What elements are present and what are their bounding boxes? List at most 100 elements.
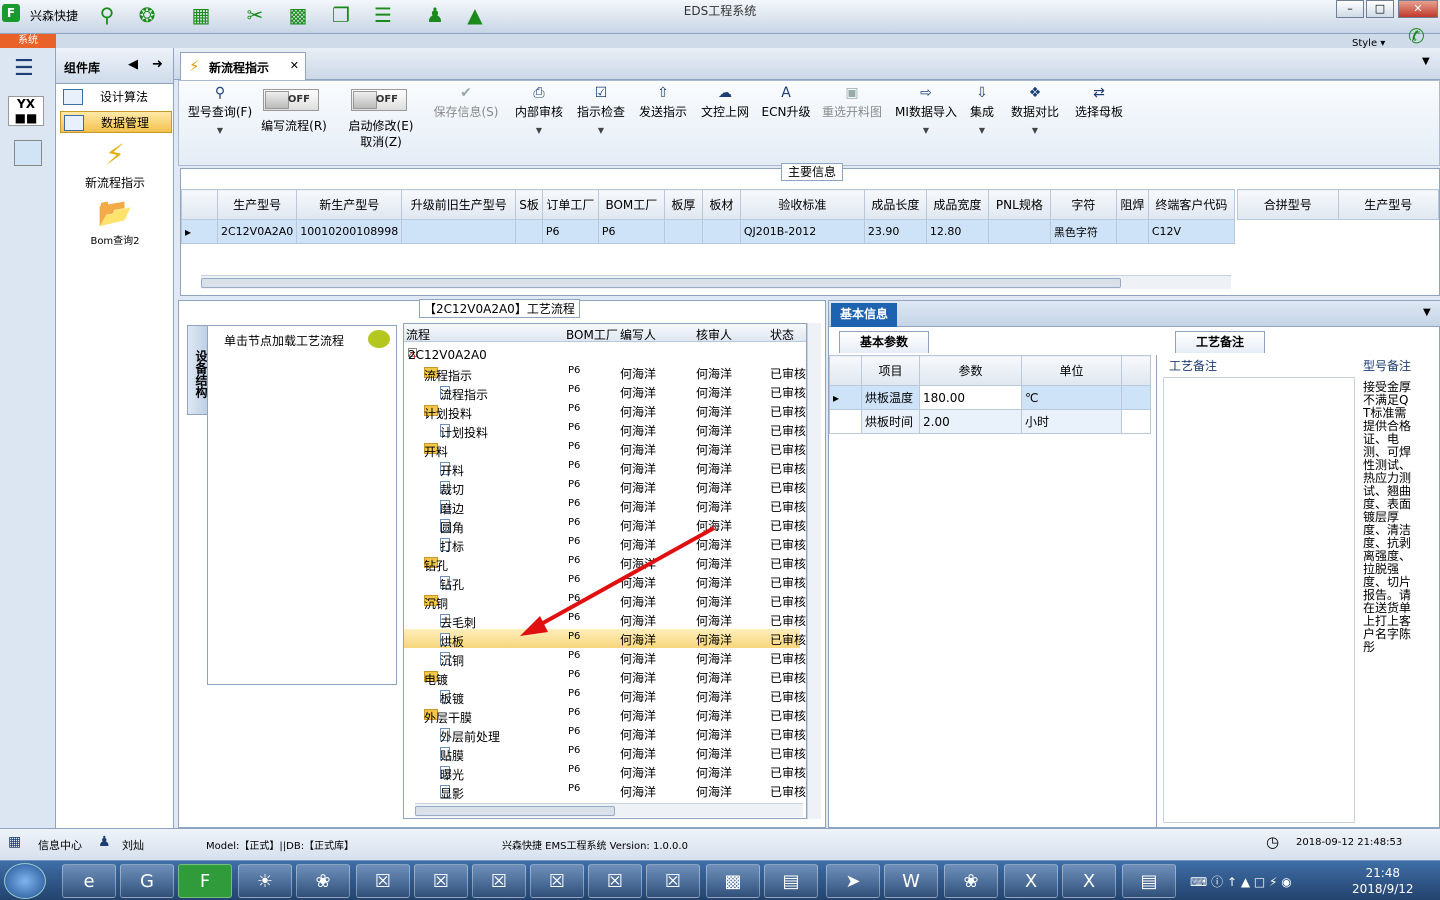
pdf-icon[interactable]: ▤ [1122, 864, 1176, 898]
bom-query-item[interactable]: 📂 Bom查询2 [56, 196, 174, 247]
system-tab[interactable]: 系统 [0, 34, 56, 48]
eds-app-icon[interactable]: F [178, 864, 232, 898]
instruction-check-button[interactable]: ☑ 指示检查 ▼ [573, 85, 629, 135]
param-row[interactable]: 烘板时间 2.00 小时 [829, 409, 1151, 434]
data-compare-button[interactable]: ❖ 数据对比 ▼ [1007, 85, 1063, 135]
column-header[interactable]: 升级前旧生产型号 [401, 189, 517, 220]
table-cell[interactable]: P6 [541, 219, 599, 244]
word-icon[interactable]: W [884, 864, 938, 898]
tree-row[interactable]: 开料 P6 何海洋 何海洋 已审核 [404, 458, 806, 478]
table-cell[interactable] [987, 219, 1051, 244]
table-cell[interactable] [663, 219, 703, 244]
system-tray[interactable]: ⌨ ⓘ ↑ ▲ □ ⚡ ◉ [1190, 873, 1292, 890]
write-flow-toggle[interactable]: OFF [263, 89, 319, 111]
model-query-button[interactable]: ⚲ 型号查询(F) ▼ [185, 85, 255, 135]
tree-row[interactable]: 曝光 P6 何海洋 何海洋 已审核 [404, 762, 806, 782]
col-item[interactable]: 项目 [861, 355, 920, 386]
internal-review-button[interactable]: ⎙ 内部审核 ▼ [511, 85, 567, 135]
tree-row[interactable]: 计划投料 P6 何海洋 何海洋 已审核 [404, 420, 806, 440]
app-g-icon[interactable]: G [120, 864, 174, 898]
tree-row[interactable]: −电镀P6何海洋何海洋已审核 [404, 667, 806, 687]
column-header[interactable]: 阻焊 [1115, 189, 1149, 220]
tree-row[interactable]: −计划投料P6何海洋何海洋已审核 [404, 401, 806, 421]
collapse-left-icon[interactable]: ◀ [128, 57, 138, 72]
col-writer[interactable]: 编写人 [620, 326, 656, 343]
peacock-icon[interactable]: ❀ [944, 864, 998, 898]
xwindow-icon[interactable]: ☒ [646, 864, 700, 898]
column-header[interactable]: 板材 [701, 189, 741, 220]
tab-basic-info[interactable]: 基本信息 [831, 303, 897, 327]
tree-root[interactable]: − ⌂ 2C12V0A2A0 [404, 344, 800, 363]
column-header[interactable]: 板厚 [663, 189, 703, 220]
save-info-button[interactable]: ✔ 保存信息(S) [429, 85, 503, 120]
save-disk-icon[interactable]: ▩ [706, 864, 760, 898]
send-instruction-button[interactable]: ⇧ 发送指示 [635, 85, 691, 120]
start-button[interactable] [4, 863, 46, 899]
tab-process-remark[interactable]: 工艺备注 [1175, 331, 1265, 353]
xwindow-icon[interactable]: ☒ [414, 864, 468, 898]
xwindow-icon[interactable]: ☒ [588, 864, 642, 898]
xwindow-icon[interactable]: ☒ [530, 864, 584, 898]
tree-row[interactable]: 显影 P6 何海洋 何海洋 已审核 [404, 781, 806, 801]
tree-row[interactable]: −开料P6何海洋何海洋已审核 [404, 439, 806, 459]
column-header[interactable]: S板 [515, 189, 543, 220]
sidebar-item-data-management[interactable]: 数据管理 [60, 111, 172, 133]
column-header[interactable]: BOM工厂 [597, 189, 665, 220]
excel-icon[interactable]: X [1004, 864, 1058, 898]
select-mother-board-button[interactable]: ⇄ 选择母板 [1069, 85, 1129, 120]
tree-row[interactable]: 贴膜 P6 何海洋 何海洋 已审核 [404, 743, 806, 763]
new-flow-instruction-item[interactable]: ⚡ 新流程指示 [56, 138, 174, 191]
excel-icon[interactable]: X [1062, 864, 1116, 898]
yx-module-icon[interactable]: YX ■■ [8, 96, 44, 126]
phone-icon[interactable]: ✆ [1408, 24, 1425, 48]
tab-basic-params[interactable]: 基本参数 [839, 331, 929, 353]
calculator-icon[interactable] [14, 140, 42, 166]
maximize-button[interactable]: □ [1366, 0, 1394, 18]
scanner-icon[interactable]: ▤ [764, 864, 818, 898]
vertical-scrollbar[interactable] [807, 323, 821, 819]
tab-menu-icon[interactable]: ▼ [1422, 56, 1430, 67]
taskbar-clock[interactable]: 21:48 2018/9/12 [1352, 865, 1414, 897]
close-tab-icon[interactable]: ✕ [290, 59, 299, 72]
column-header[interactable]: 成品宽度 [925, 189, 989, 220]
column-header[interactable]: 终端客户代码 [1147, 189, 1236, 220]
column-header[interactable]: 字符 [1049, 189, 1117, 220]
panel-menu-icon[interactable]: ▼ [1423, 307, 1431, 318]
tree-row[interactable]: 流程指示 P6 何海洋 何海洋 已审核 [404, 382, 806, 402]
param-row[interactable]: ▸ 烘板温度 180.00 ℃ [829, 385, 1151, 410]
tree-horizontal-scrollbar[interactable] [415, 803, 803, 817]
column-header[interactable]: 生产型号 [216, 189, 298, 220]
tree-row[interactable]: −流程指示P6何海洋何海洋已审核 [404, 363, 806, 383]
integrate-button[interactable]: ⇩ 集成 ▼ [965, 85, 999, 135]
tree-row[interactable]: 板镀 P6 何海洋 何海洋 已审核 [404, 686, 806, 706]
tab-new-flow[interactable]: ⚡ 新流程指示 ✕ [180, 52, 306, 80]
menu-icon[interactable]: ☰ [14, 56, 34, 81]
table-cell[interactable]: QJ201B-2012 [739, 219, 865, 244]
peacock-icon[interactable]: ❀ [296, 864, 350, 898]
col-param[interactable]: 参数 [919, 355, 1022, 386]
tree-row[interactable]: 磨边 P6 何海洋 何海洋 已审核 [404, 496, 806, 516]
column-header[interactable]: 合拼型号 [1237, 189, 1339, 220]
column-header[interactable]: 验收标准 [739, 189, 865, 220]
column-header[interactable]: 新生产型号 [296, 189, 403, 220]
col-flow[interactable]: 流程 [406, 326, 430, 343]
column-header[interactable]: 生产型号 [1337, 189, 1439, 220]
col-reviewer[interactable]: 核审人 [696, 326, 732, 343]
close-button[interactable]: ✕ [1398, 0, 1438, 18]
table-cell[interactable]: 12.80 [925, 219, 989, 244]
info-center-link[interactable]: 信息中心 [38, 837, 82, 853]
tree-row[interactable]: 裁切 P6 何海洋 何海洋 已审核 [404, 477, 806, 497]
col-bom-factory[interactable]: BOM工厂 [566, 326, 618, 343]
sidebar-item-algorithm[interactable]: 设计算法 [60, 86, 172, 108]
xwindow-icon[interactable]: ☒ [472, 864, 526, 898]
col-status[interactable]: 状态 [770, 326, 794, 343]
tree-row[interactable]: 沉铜 P6 何海洋 何海洋 已审核 [404, 648, 806, 668]
table-cell[interactable]: C12V [1147, 219, 1236, 244]
row-selector[interactable]: ▸ [181, 219, 218, 244]
column-header[interactable]: 成品长度 [863, 189, 927, 220]
shell-icon[interactable]: ☀ [238, 864, 292, 898]
feather-icon[interactable]: ➤ [826, 864, 880, 898]
table-cell[interactable] [515, 219, 543, 244]
windows-grid-icon[interactable]: ▦ [8, 834, 21, 850]
table-cell[interactable]: 黑色字符 [1049, 219, 1117, 244]
